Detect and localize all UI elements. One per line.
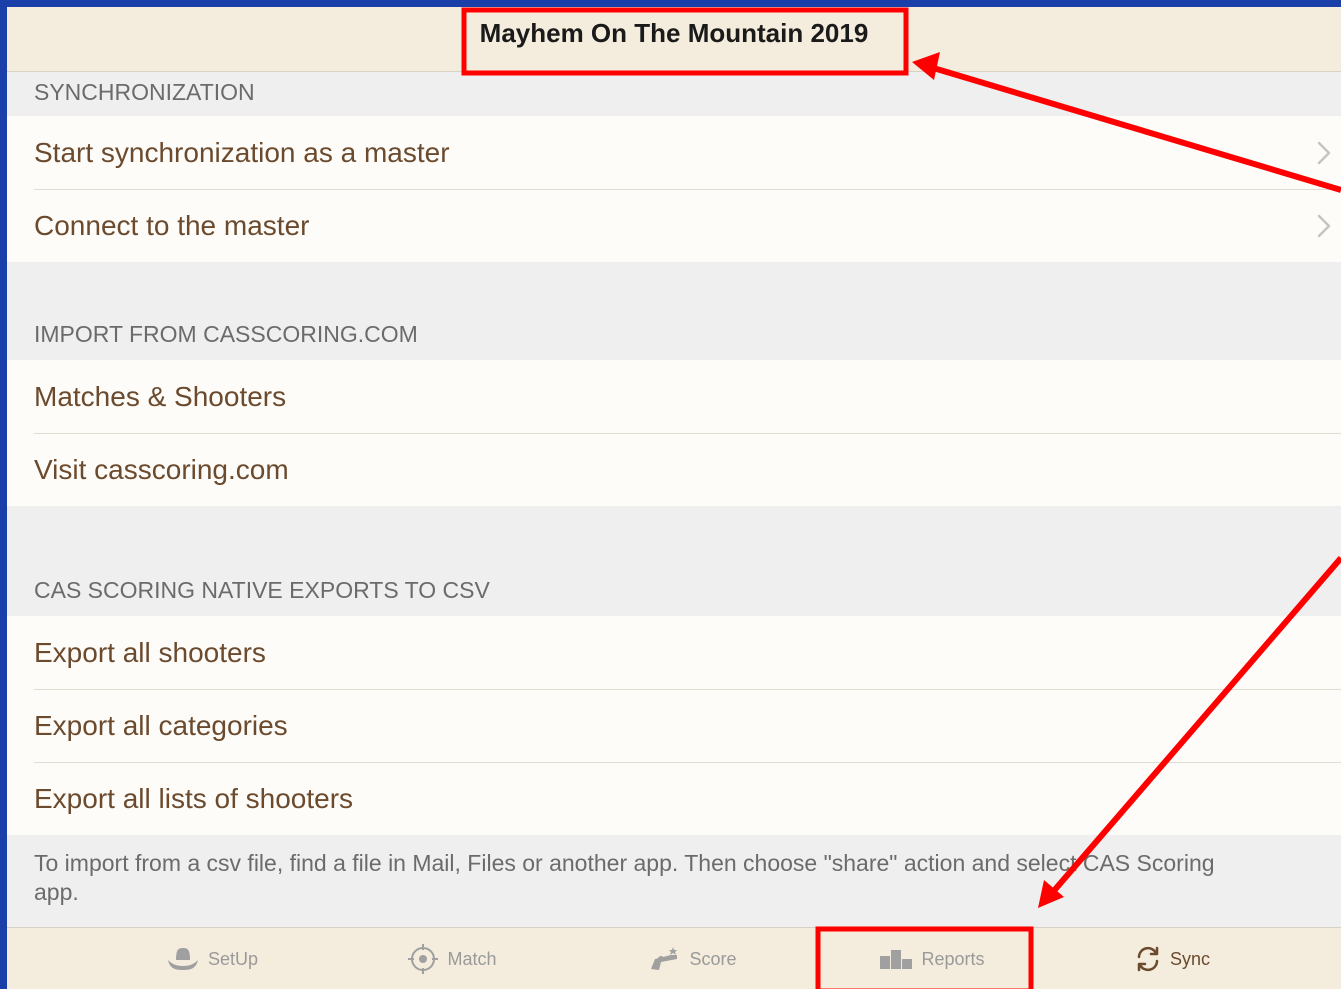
- tab-label: SetUp: [207, 948, 259, 969]
- section-synchronization: Start synchronization as a master Connec…: [7, 116, 1341, 262]
- cowboy-hat-icon: [167, 948, 198, 970]
- connect-to-master-row[interactable]: Connect to the master: [7, 189, 1341, 262]
- matches-shooters-row[interactable]: Matches & Shooters: [7, 360, 1341, 433]
- navigation-bar: Mayhem On The Mountain 2019: [7, 7, 1341, 72]
- row-label: Export all shooters: [34, 636, 266, 668]
- tab-sync[interactable]: Sync: [1052, 928, 1292, 989]
- section-header-exports: CAS SCORING NATIVE EXPORTS TO CSV: [34, 577, 490, 603]
- revolver-icon: [651, 947, 678, 970]
- section-import: Matches & Shooters Visit casscoring.com: [7, 360, 1341, 506]
- chevron-right-icon: [1317, 141, 1331, 164]
- row-label: Start synchronization as a master: [34, 136, 450, 168]
- row-label: Export all categories: [34, 709, 288, 741]
- podium-icon: [880, 950, 913, 969]
- app-window: Mayhem On The Mountain 2019 SYNCHRONIZAT…: [7, 7, 1341, 989]
- tab-label: Score: [689, 948, 737, 969]
- export-all-categories-row[interactable]: Export all categories: [7, 689, 1341, 762]
- row-label: Visit casscoring.com: [34, 453, 289, 485]
- tab-reports[interactable]: Reports: [812, 928, 1052, 989]
- tab-label: Sync: [1169, 948, 1211, 969]
- export-all-lists-row[interactable]: Export all lists of shooters: [7, 762, 1341, 835]
- tab-bar: SetUp Match Score Reports Sync: [7, 927, 1341, 989]
- import-instructions: To import from a csv file, find a file i…: [34, 850, 1215, 905]
- start-sync-master-row[interactable]: Start synchronization as a master: [7, 116, 1341, 189]
- export-all-shooters-row[interactable]: Export all shooters: [7, 616, 1341, 689]
- page-title: Mayhem On The Mountain 2019: [479, 17, 869, 48]
- visit-casscoring-row[interactable]: Visit casscoring.com: [7, 433, 1341, 506]
- row-label: Matches & Shooters: [34, 380, 287, 412]
- settings-list: SYNCHRONIZATION Start synchronization as…: [7, 72, 1341, 921]
- tab-match[interactable]: Match: [332, 928, 572, 989]
- tab-score[interactable]: Score: [572, 928, 812, 989]
- section-exports: Export all shooters Export all categorie…: [7, 616, 1341, 835]
- section-header-synchronization: SYNCHRONIZATION: [34, 79, 255, 105]
- row-label: Export all lists of shooters: [34, 782, 354, 814]
- tab-label: Reports: [921, 948, 985, 969]
- tab-label: Match: [447, 948, 497, 969]
- crosshair-icon: [408, 944, 439, 974]
- sync-icon: [1137, 946, 1159, 972]
- chevron-right-icon: [1317, 214, 1331, 237]
- tab-setup[interactable]: SetUp: [92, 928, 332, 989]
- section-header-import: IMPORT FROM CASSCORING.COM: [34, 321, 418, 347]
- row-label: Connect to the master: [34, 209, 310, 241]
